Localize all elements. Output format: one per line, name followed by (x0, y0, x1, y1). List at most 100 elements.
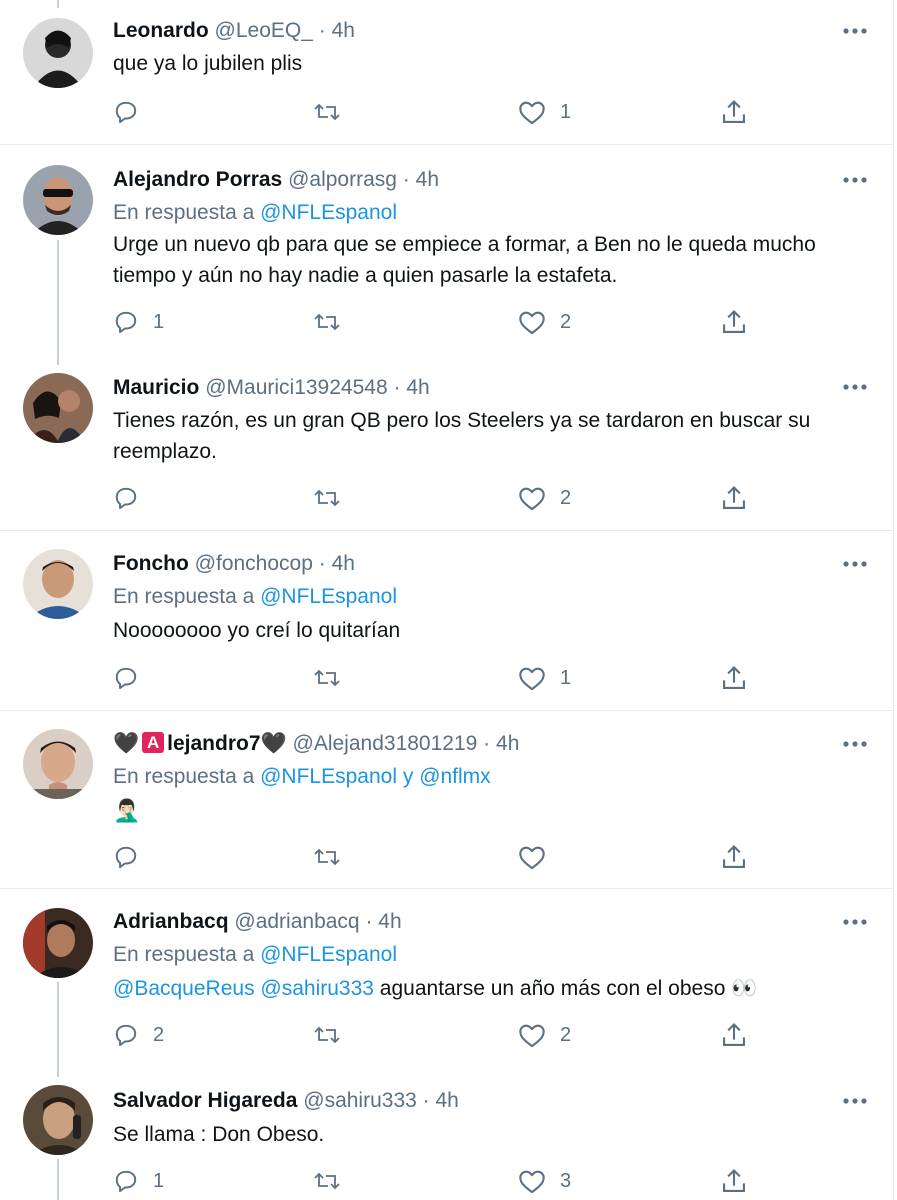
tweet-header: Salvador Higareda @sahiru333 · 4h (113, 1088, 459, 1114)
like-count: 3 (560, 1169, 572, 1192)
avatar[interactable] (23, 1085, 93, 1155)
like-button[interactable]: 1 (518, 663, 571, 693)
reply-button[interactable]: 1 (113, 1166, 164, 1196)
retweet-button[interactable] (313, 97, 341, 127)
thread-line (57, 240, 59, 365)
tweet[interactable]: 🖤 Alejandro7🖤 @Alejand31801219 · 4h En re… (0, 711, 894, 889)
like-button[interactable] (518, 842, 560, 872)
timestamp[interactable]: 4h (332, 552, 355, 575)
time-separator: · (318, 19, 326, 42)
user-handle[interactable]: @Alejand31801219 (293, 732, 478, 755)
reply-button[interactable] (113, 663, 153, 693)
more-icon[interactable] (842, 1096, 868, 1106)
more-icon[interactable] (842, 382, 868, 392)
display-name[interactable]: Foncho (113, 552, 189, 575)
like-button[interactable]: 2 (518, 483, 571, 513)
like-button[interactable]: 2 (518, 307, 571, 337)
display-name[interactable]: Salvador Higareda (113, 1089, 297, 1112)
tweet-text-content: Se llama : Don Obeso. (113, 1123, 325, 1146)
retweet-button[interactable] (313, 663, 341, 693)
tweet-text: que ya lo jubilen plis (113, 48, 863, 79)
tweet-text: Urge un nuevo qb para que se empiece a f… (113, 229, 863, 291)
time-separator: · (422, 1089, 430, 1112)
user-handle[interactable]: @fonchocop (195, 552, 313, 575)
retweet-icon (313, 485, 341, 511)
tweet-text-content: Urge un nuevo qb para que se empiece a f… (113, 233, 816, 287)
reply-button[interactable]: 2 (113, 1020, 164, 1050)
avatar[interactable] (23, 549, 93, 619)
reply-button[interactable] (113, 483, 153, 513)
display-name[interactable]: Adrianbacq (113, 910, 229, 933)
tweet-header: Adrianbacq @adrianbacq · 4h (113, 909, 402, 935)
tweet-text: Se llama : Don Obeso. (113, 1119, 863, 1150)
more-icon[interactable] (842, 175, 868, 185)
user-handle[interactable]: @adrianbacq (234, 910, 359, 933)
reply-mention-link[interactable]: @NFLEspanol (260, 765, 397, 788)
tweet-text: Noooooooo yo creí lo quitarían (113, 615, 863, 646)
retweet-button[interactable] (313, 842, 341, 872)
tweet[interactable]: Alejandro Porras @alporrasg · 4h En resp… (0, 145, 894, 365)
tweet[interactable]: Adrianbacq @adrianbacq · 4h En respuesta… (0, 889, 894, 1077)
mention-links[interactable]: @BacqueReus @sahiru333 (113, 977, 374, 1000)
share-button[interactable] (720, 97, 748, 127)
share-icon (720, 308, 748, 336)
user-handle[interactable]: @sahiru333 (303, 1089, 417, 1112)
reply-context: En respuesta a @NFLEspanol (113, 200, 397, 226)
retweet-button[interactable] (313, 483, 341, 513)
user-handle[interactable]: @alporrasg (288, 168, 397, 191)
avatar[interactable] (23, 729, 93, 799)
more-icon[interactable] (842, 559, 868, 569)
display-name[interactable]: Mauricio (113, 376, 199, 399)
timestamp[interactable]: 4h (436, 1089, 459, 1112)
reply-count: 1 (153, 310, 165, 333)
like-button[interactable]: 2 (518, 1020, 571, 1050)
user-handle[interactable]: @LeoEQ_ (215, 19, 313, 42)
share-button[interactable] (720, 842, 748, 872)
reply-mention-link[interactable]: @NFLEspanol (260, 943, 397, 966)
avatar[interactable] (23, 373, 93, 443)
reply-prefix: En respuesta a (113, 585, 255, 608)
tweet[interactable]: Salvador Higareda @sahiru333 · 4h Se lla… (0, 1077, 894, 1200)
tweet[interactable]: Leonardo @LeoEQ_ · 4h que ya lo jubilen … (0, 0, 894, 145)
reply-button[interactable]: 1 (113, 307, 164, 337)
more-icon[interactable] (842, 26, 868, 36)
retweet-button[interactable] (313, 1020, 341, 1050)
reply-mention-link[interactable]: @NFLEspanol (260, 585, 397, 608)
avatar[interactable] (23, 165, 93, 235)
retweet-button[interactable] (313, 307, 341, 337)
reply-count: 1 (153, 1169, 165, 1192)
display-name[interactable]: Leonardo (113, 19, 209, 42)
share-button[interactable] (720, 307, 748, 337)
tweet[interactable]: Foncho @fonchocop · 4h En respuesta a @N… (0, 531, 894, 711)
avatar[interactable] (23, 908, 93, 978)
display-name[interactable]: 🖤 Alejandro7🖤 (113, 732, 287, 755)
share-button[interactable] (720, 1166, 748, 1196)
timestamp[interactable]: 4h (496, 732, 519, 755)
more-icon[interactable] (842, 917, 868, 927)
tweet-text: 🤦🏻‍♂️ (113, 795, 863, 826)
reply-icon (113, 1022, 139, 1048)
share-button[interactable] (720, 663, 748, 693)
like-button[interactable]: 1 (518, 97, 571, 127)
share-icon (720, 1021, 748, 1049)
user-handle[interactable]: @Maurici13924548 (205, 376, 387, 399)
share-button[interactable] (720, 1020, 748, 1050)
reply-mention-link[interactable]: @NFLEspanol (260, 201, 397, 224)
timestamp[interactable]: 4h (416, 168, 439, 191)
retweet-icon (313, 99, 341, 125)
timestamp[interactable]: 4h (332, 19, 355, 42)
like-button[interactable]: 3 (518, 1166, 571, 1196)
retweet-icon (313, 665, 341, 691)
tweet[interactable]: Mauricio @Maurici13924548 · 4h Tienes ra… (0, 365, 894, 531)
timestamp[interactable]: 4h (406, 376, 429, 399)
timestamp[interactable]: 4h (378, 910, 401, 933)
retweet-button[interactable] (313, 1166, 341, 1196)
reply-button[interactable] (113, 97, 153, 127)
display-name[interactable]: Alejandro Porras (113, 168, 282, 191)
reply-button[interactable] (113, 842, 153, 872)
more-icon[interactable] (842, 739, 868, 749)
avatar[interactable] (23, 18, 93, 88)
share-button[interactable] (720, 483, 748, 513)
retweet-icon (313, 844, 341, 870)
reply-mention-link-2[interactable]: @nflmx (419, 765, 491, 788)
